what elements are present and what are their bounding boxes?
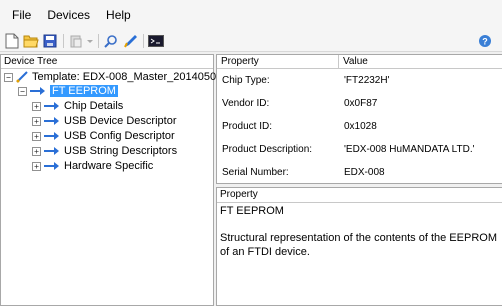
arrow-right-icon [44,116,60,126]
menu-help[interactable]: Help [98,0,139,30]
tree-node-usb-device-descriptor[interactable]: + USB Device Descriptor [32,114,176,128]
tree-node-hardware-specific[interactable]: + Hardware Specific [32,159,153,173]
new-document-icon[interactable] [4,33,20,49]
property-row[interactable]: Product Description: 'EDX-008 HuMANDATA … [217,138,502,161]
property-value: 'EDX-008 HuMANDATA LTD.' [344,144,475,155]
property-name: Serial Number: [222,167,289,178]
tree-node-usb-string-descriptors[interactable]: + USB String Descriptors [32,144,177,158]
expand-icon[interactable]: + [32,131,41,141]
expand-icon[interactable]: + [32,146,41,156]
property-name: Vendor ID: [222,98,270,109]
column-header-value[interactable]: Value [339,55,502,68]
tree-node-label: USB Device Descriptor [64,115,177,127]
toolbar-separator [63,33,64,48]
property-value: 0x1028 [344,121,377,132]
console-icon[interactable] [148,33,164,49]
property-name: Product ID: [222,121,273,132]
arrow-right-icon [30,86,46,96]
device-tree-header: Device Tree [1,55,213,69]
help-icon[interactable]: ? [477,33,493,49]
svg-text:?: ? [482,37,488,47]
property-description-panel: Property FT EEPROM Structural representa… [216,187,502,306]
column-header-property[interactable]: Property [217,55,339,68]
arrow-right-icon [44,101,60,111]
description-header: Property [217,188,502,203]
save-icon[interactable] [42,33,58,49]
expand-icon[interactable]: + [32,116,41,126]
property-value: 'FT2232H' [344,75,390,86]
toolbar-separator [98,33,99,48]
tree-node-template-label: Template: EDX-008_Master_2014050 [32,71,217,83]
tree-node-label: Chip Details [64,100,124,112]
arrow-right-icon [44,131,60,141]
property-name: Chip Type: [222,75,270,86]
expand-icon[interactable]: + [32,101,41,111]
menu-devices[interactable]: Devices [39,0,98,30]
description-text: Structural representation of the content… [220,232,497,258]
property-grid: Property Value Chip Type: 'FT2232H' Vend… [216,54,502,184]
property-value: EDX-008 [344,167,385,178]
collapse-icon[interactable]: − [18,86,27,96]
property-row[interactable]: Serial Number: EDX-008 [217,161,502,184]
toolbar-separator [143,33,144,48]
tree-node-ft-eeprom-label: FT EEPROM [50,85,118,97]
tree-node-template[interactable]: − Template: EDX-008_Master_2014050 [4,70,216,84]
template-wand-icon [16,71,28,83]
property-name: Product Description: [222,144,313,155]
property-row[interactable]: Vendor ID: 0x0F87 [217,92,502,115]
property-row[interactable]: Product ID: 0x1028 [217,115,502,138]
menu-bar: File Devices Help [0,0,502,30]
collapse-icon[interactable]: − [4,72,13,82]
arrow-right-icon [44,161,60,171]
paste-icon[interactable] [68,33,84,49]
tree-node-chip-details[interactable]: + Chip Details [32,99,123,113]
tree-node-label: Hardware Specific [64,160,154,172]
property-row[interactable]: Chip Type: 'FT2232H' [217,69,502,92]
arrow-right-icon [44,146,60,156]
description-title: FT EEPROM [220,205,284,217]
dropdown-arrow-icon[interactable] [87,33,93,49]
tree-node-label: USB String Descriptors [64,145,178,157]
device-tree-panel: Device Tree − Template: EDX-008_Master_2… [0,54,216,306]
menu-file[interactable]: File [4,0,39,30]
property-value: 0x0F87 [344,98,378,109]
toolbar: ? [0,30,502,52]
program-icon[interactable] [122,33,138,49]
search-icon[interactable] [103,33,119,49]
tree-node-label: USB Config Descriptor [64,130,175,142]
property-grid-header: Property Value [217,55,502,69]
open-folder-icon[interactable] [23,33,39,49]
expand-icon[interactable]: + [32,161,41,171]
tree-node-usb-config-descriptor[interactable]: + USB Config Descriptor [32,129,175,143]
tree-node-ft-eeprom[interactable]: − FT EEPROM [18,84,118,98]
